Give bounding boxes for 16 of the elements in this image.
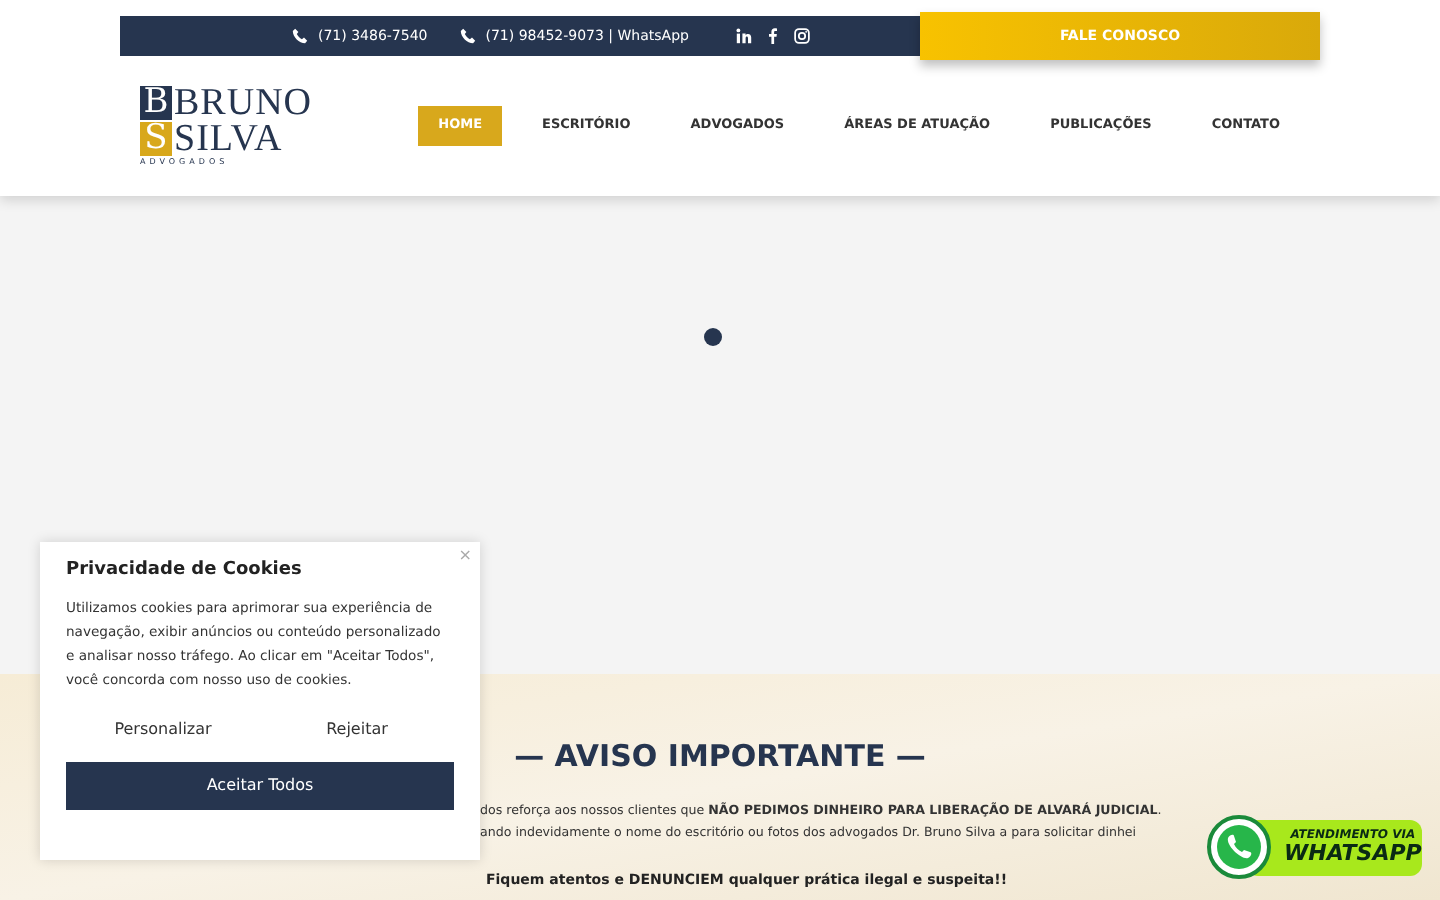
- popup-button[interactable]: Rejeitar: [260, 711, 454, 747]
- linkedin-icon[interactable]: [736, 28, 753, 44]
- phone-icon: [1206, 814, 1272, 880]
- logo-word: BRUNO: [174, 83, 313, 121]
- popup-button[interactable]: Personalizar: [66, 711, 260, 747]
- badge-text: WHATSAPP: [1284, 842, 1422, 864]
- phone-icon: [292, 28, 308, 44]
- logo-letter: B: [140, 85, 172, 119]
- popup-title: Privacidade de Cookies: [66, 558, 304, 584]
- phone-icon: [459, 28, 476, 44]
- facebook-icon[interactable]: [768, 28, 779, 44]
- accept-button[interactable]: Aceitar Todos: [66, 761, 454, 809]
- logo-word: SILVA: [174, 119, 283, 157]
- logo-letter: S: [140, 121, 172, 155]
- notice-title: — AVISO IMPORTANTE —: [512, 736, 928, 778]
- instagram-icon[interactable]: [794, 28, 811, 44]
